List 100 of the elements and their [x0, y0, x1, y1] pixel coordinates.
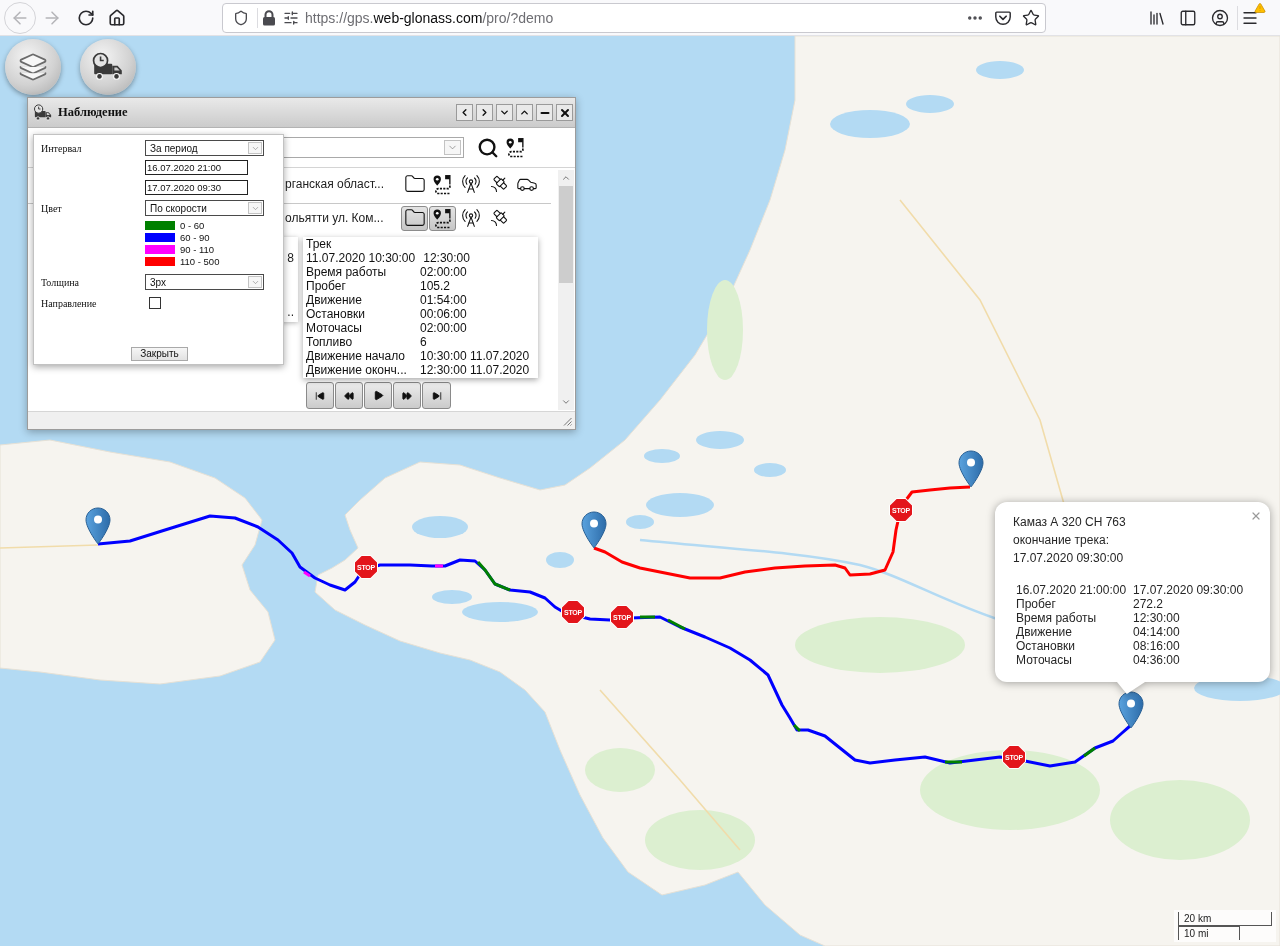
url-text[interactable]: https://gps.web-glonass.com/pro/?demo — [305, 9, 554, 26]
search-icon[interactable] — [477, 136, 499, 159]
star-icon[interactable] — [1022, 8, 1040, 27]
date-from-field[interactable]: 16.07.2020 21:00 — [145, 160, 248, 175]
folder-icon — [403, 173, 426, 195]
speed-range: 60 - 90 — [180, 231, 210, 243]
stat-label: Моточасы — [306, 321, 363, 335]
scrollbar-thumb[interactable] — [559, 186, 573, 283]
permissions-icon[interactable] — [283, 9, 299, 26]
object-address[interactable]: рганская област... — [285, 177, 401, 191]
scrollbar[interactable] — [558, 170, 574, 410]
reload-icon — [77, 8, 95, 27]
minimize-button[interactable] — [536, 104, 553, 121]
chevron-down-icon — [561, 397, 571, 407]
move-down-button[interactable] — [496, 104, 513, 121]
stat-value: 04:36:00 — [1133, 653, 1181, 667]
skip-back-icon — [315, 390, 325, 401]
account-icon[interactable] — [1211, 8, 1229, 27]
track-end-time: 17.07.2020 09:30:00 — [1013, 550, 1125, 567]
route-button[interactable] — [429, 205, 456, 231]
stat-label: Движение — [1016, 625, 1073, 639]
field-label: Интервал — [41, 142, 83, 154]
period-end: 17.07.2020 09:30:00 — [1133, 583, 1245, 597]
chevron-shield-icon[interactable] — [994, 8, 1012, 27]
stat-value: 6 — [420, 335, 428, 349]
stat-value: 01:54:00 — [420, 293, 468, 307]
lock-icon[interactable] — [262, 9, 276, 26]
stat-label: Движение — [306, 293, 363, 307]
close-icon[interactable] — [1250, 510, 1262, 522]
location-pin-icon[interactable] — [1118, 691, 1144, 729]
scale-label: 20 km — [1178, 912, 1272, 926]
address-bar[interactable]: https://gps.web-glonass.com/pro/?demo — [222, 2, 1046, 33]
antenna-icon — [460, 208, 481, 228]
stat-value: 12:30:00 11.07.2020 — [420, 363, 531, 377]
home-icon — [108, 8, 126, 27]
next-button[interactable] — [476, 104, 493, 121]
direction-checkbox[interactable] — [149, 297, 161, 309]
date-to-field[interactable]: 17.07.2020 09:30 — [145, 180, 248, 195]
chevron-up-icon — [561, 173, 571, 183]
speed-range: 90 - 110 — [180, 243, 215, 255]
stat-value: 02:00:00 — [420, 265, 468, 279]
stat-label: Движение начало — [306, 349, 407, 363]
location-pin-icon[interactable] — [85, 507, 111, 545]
satellite-icon — [488, 208, 509, 228]
stat-label: Пробег — [1016, 597, 1056, 611]
chevron-right-icon — [479, 107, 490, 118]
shield-icon[interactable] — [233, 9, 249, 26]
sidebar-icon[interactable] — [1179, 8, 1197, 27]
popup-subtitle: окончание трека: — [1013, 532, 1110, 549]
close-icon — [558, 106, 571, 119]
skip-to-start-button[interactable] — [306, 382, 334, 409]
skip-forward-icon — [431, 390, 442, 401]
move-up-button[interactable] — [516, 104, 533, 121]
library-icon[interactable] — [1148, 8, 1166, 27]
stat-label: Время работы — [1016, 611, 1098, 625]
route-icon — [505, 137, 526, 158]
folder-icon — [403, 207, 426, 229]
lake — [644, 449, 680, 463]
stat-label: Время работы — [306, 265, 388, 279]
location-pin-icon[interactable] — [958, 450, 984, 488]
lake — [412, 516, 468, 538]
location-pin-icon[interactable] — [581, 511, 607, 549]
field-label: Толщина — [41, 276, 81, 288]
antenna-icon — [460, 174, 481, 194]
close-button[interactable] — [556, 104, 573, 121]
window-title: Наблюдение — [58, 105, 128, 120]
thickness-select[interactable]: 3px — [145, 274, 264, 290]
field-label: Направление — [41, 297, 98, 309]
rewind-button[interactable] — [335, 382, 363, 409]
scale-label: 10 mi — [1178, 926, 1240, 940]
lake — [976, 61, 1024, 79]
stat-value: 02:00:00 — [420, 321, 468, 335]
previous-button[interactable] — [456, 104, 473, 121]
truck-clock-icon — [91, 52, 125, 82]
fast-forward-icon — [402, 390, 412, 401]
stat-label: Остановки — [1016, 639, 1076, 653]
period-end: 12:30:00 — [423, 251, 470, 265]
speed-range: 0 - 60 — [180, 219, 205, 231]
interval-select[interactable]: За период — [145, 140, 264, 156]
resize-grip-icon[interactable] — [563, 417, 572, 426]
stat-label: Пробег — [306, 279, 347, 293]
forest-area — [585, 748, 655, 792]
satellite-icon — [488, 174, 509, 194]
route-icon — [432, 207, 453, 229]
stat-value: 00:06:00 — [420, 307, 468, 321]
stat-label: Движение оконч... — [306, 363, 408, 377]
field-label: Цвет — [41, 202, 63, 214]
play-icon — [372, 390, 384, 401]
play-button[interactable] — [364, 382, 392, 409]
fast-forward-button[interactable] — [393, 382, 421, 409]
close-button[interactable]: Закрыть — [131, 347, 188, 361]
lake — [754, 463, 786, 477]
skip-to-end-button[interactable] — [422, 382, 451, 409]
warning-icon — [1254, 1, 1266, 14]
truck-clock-icon — [33, 103, 53, 122]
layers-icon — [18, 52, 48, 82]
color-mode-select[interactable]: По скорости — [145, 200, 264, 216]
stat-value: 272.2 — [1133, 597, 1165, 611]
object-address[interactable]: ольятти ул. Ком... — [285, 211, 401, 225]
folder-button[interactable] — [401, 205, 428, 231]
